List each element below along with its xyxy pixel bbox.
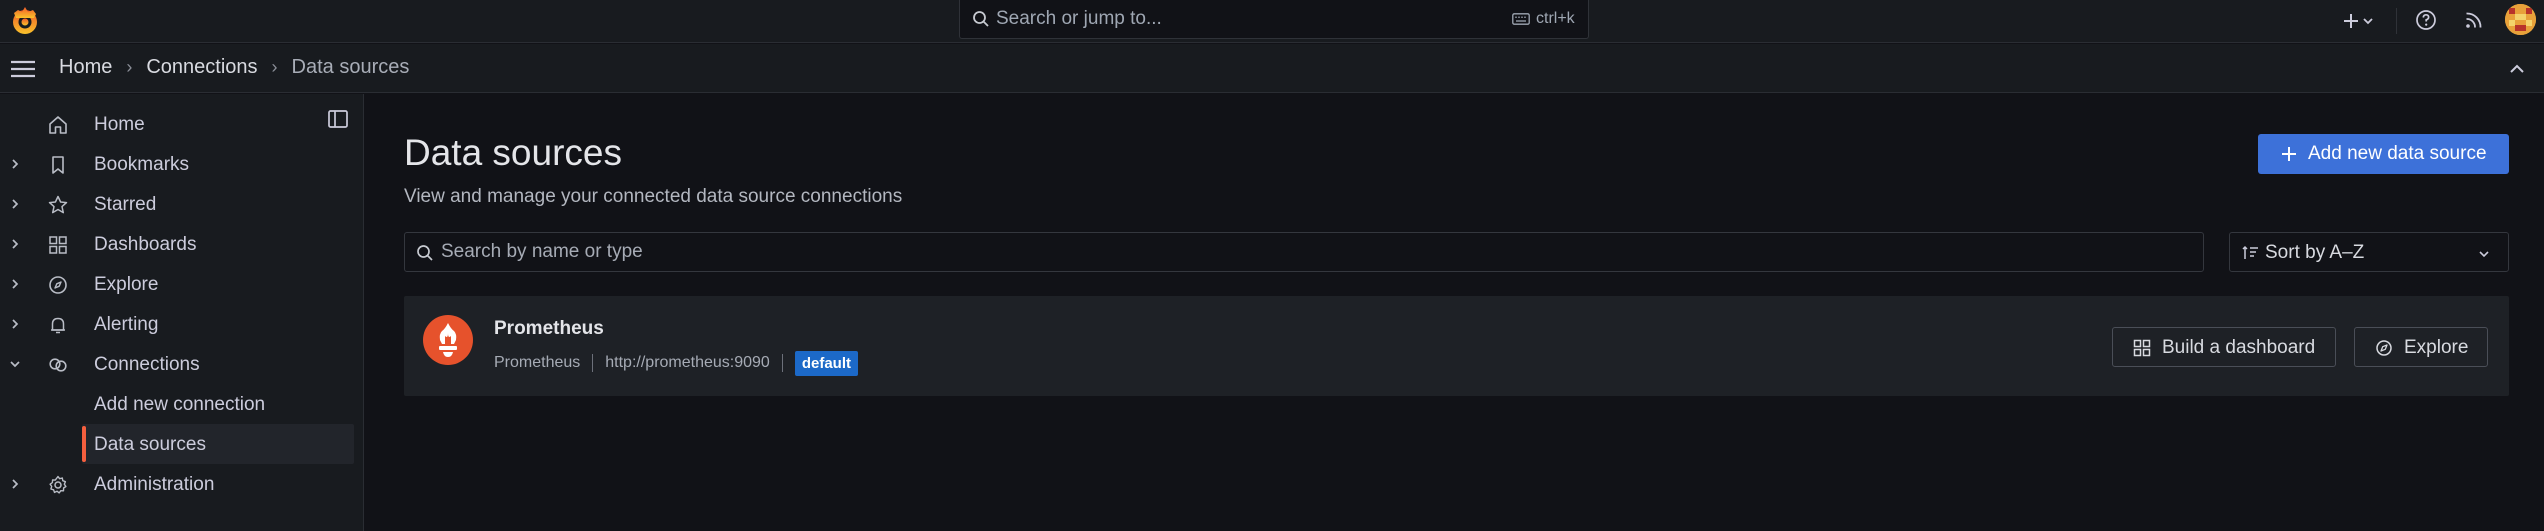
breadcrumb-current: Data sources [291,56,410,78]
datasource-meta: Prometheus http://prometheus:9090 defaul… [494,348,858,378]
breadcrumb-separator: › [271,57,278,77]
search-placeholder: Search or jump to... [996,8,1162,29]
sidebar-item-label: Bookmarks [94,154,190,175]
breadcrumb-bar: Home › Connections › Data sources [0,44,2544,93]
add-new-data-source-button[interactable]: Add new data source [2258,134,2509,174]
search-input[interactable] [441,233,2191,271]
explore-button[interactable]: Explore [2354,327,2488,367]
build-dashboard-label: Build a dashboard [2162,337,2316,358]
search-icon [417,245,433,261]
compass-icon [49,276,67,294]
user-avatar[interactable] [2505,4,2536,35]
bookmark-icon [52,156,64,174]
chevron-down-icon[interactable] [6,355,24,373]
grafana-logo-icon[interactable] [8,4,42,38]
sidebar-item-label: Alerting [94,314,159,335]
datasource-filter [404,232,2204,272]
sort-select-value: Sort by A–Z [2265,242,2365,263]
search-bar[interactable]: Search or jump to... ctrl+k [959,0,1589,39]
chevron-right-icon[interactable] [6,275,24,293]
home-icon [49,116,67,134]
datasource-name[interactable]: Prometheus [494,318,604,340]
chevron-right-icon[interactable] [6,315,24,333]
breadcrumb: Home › Connections › Data sources [59,56,409,79]
compass-icon [2376,340,2392,356]
apps-icon [49,236,67,254]
star-icon [48,195,68,214]
chevron-right-icon[interactable] [6,475,24,493]
sidebar-item-label: Home [94,114,145,135]
chevron-up-icon[interactable] [2506,58,2528,80]
datasource-url: http://prometheus:9090 [605,354,770,371]
default-badge: default [794,350,858,376]
plus-icon [2282,147,2296,161]
sidebar-item-starred[interactable]: Starred [0,184,364,224]
breadcrumb-separator: › [126,57,133,77]
chevron-down-icon [2479,251,2489,258]
build-dashboard-button[interactable]: Build a dashboard [2112,327,2336,367]
page-title: Data sources [404,132,622,173]
add-button-label: Add new data source [2308,143,2487,164]
sidebar-subitem-data-sources[interactable]: Data sources [82,424,354,464]
breadcrumb-connections[interactable]: Connections [146,56,257,79]
sidebar-subitem-label: Add new connection [94,394,266,415]
link-icon [49,358,67,372]
apps-icon [2133,339,2151,357]
sidebar-item-dashboards[interactable]: Dashboards [0,224,364,264]
sidebar-item-label: Explore [94,274,159,295]
top-bar: Search or jump to... ctrl+k [0,0,2544,43]
sort-amount-up-icon [2242,245,2258,259]
rss-icon[interactable] [2461,7,2487,33]
sidebar-item-connections[interactable]: Connections [0,344,364,384]
sidebar-item-administration[interactable]: Administration [0,464,364,504]
explore-label: Explore [2404,337,2469,358]
new-menu-button[interactable] [2336,6,2384,36]
chevron-right-icon[interactable] [6,155,24,173]
sidebar-nav: Home Bookmarks Starred Dashboards Explor… [0,94,364,531]
chevron-right-icon[interactable] [6,195,24,213]
avatar-icon [2505,4,2536,35]
page-subtitle: View and manage your connected data sour… [404,186,903,207]
active-indicator [82,426,86,462]
sidebar-subitem-label: Data sources [94,434,206,455]
search-icon [973,11,989,27]
cog-icon [49,475,67,494]
chevron-right-icon[interactable] [6,235,24,253]
sidebar-item-label: Starred [94,194,157,215]
topbar-divider [2396,8,2397,34]
keyboard-icon [1512,13,1530,25]
main-content: Data sources View and manage your connec… [365,94,2544,531]
sidebar-item-home[interactable]: Home [0,104,364,144]
help-icon[interactable] [2413,7,2439,33]
menu-icon[interactable] [10,58,36,80]
sidebar-item-label: Dashboards [94,234,197,255]
datasource-type: Prometheus [494,354,581,371]
bell-icon [51,317,65,334]
breadcrumb-home[interactable]: Home [59,56,112,79]
meta-divider [781,354,783,372]
prometheus-icon [423,315,473,365]
search-shortcut: ctrl+k [1536,10,1575,27]
sidebar-item-alerting[interactable]: Alerting [0,304,364,344]
sidebar-item-bookmarks[interactable]: Bookmarks [0,144,364,184]
sort-select[interactable]: Sort by A–Z [2229,232,2509,272]
sidebar-item-label: Connections [94,354,200,375]
datasource-card[interactable]: Prometheus Prometheus http://prometheus:… [404,296,2509,396]
sidebar-subitem-add-new-connection[interactable]: Add new connection [82,384,354,424]
sidebar-item-label: Administration [94,474,215,495]
meta-divider [592,354,594,372]
sidebar-item-explore[interactable]: Explore [0,264,364,304]
